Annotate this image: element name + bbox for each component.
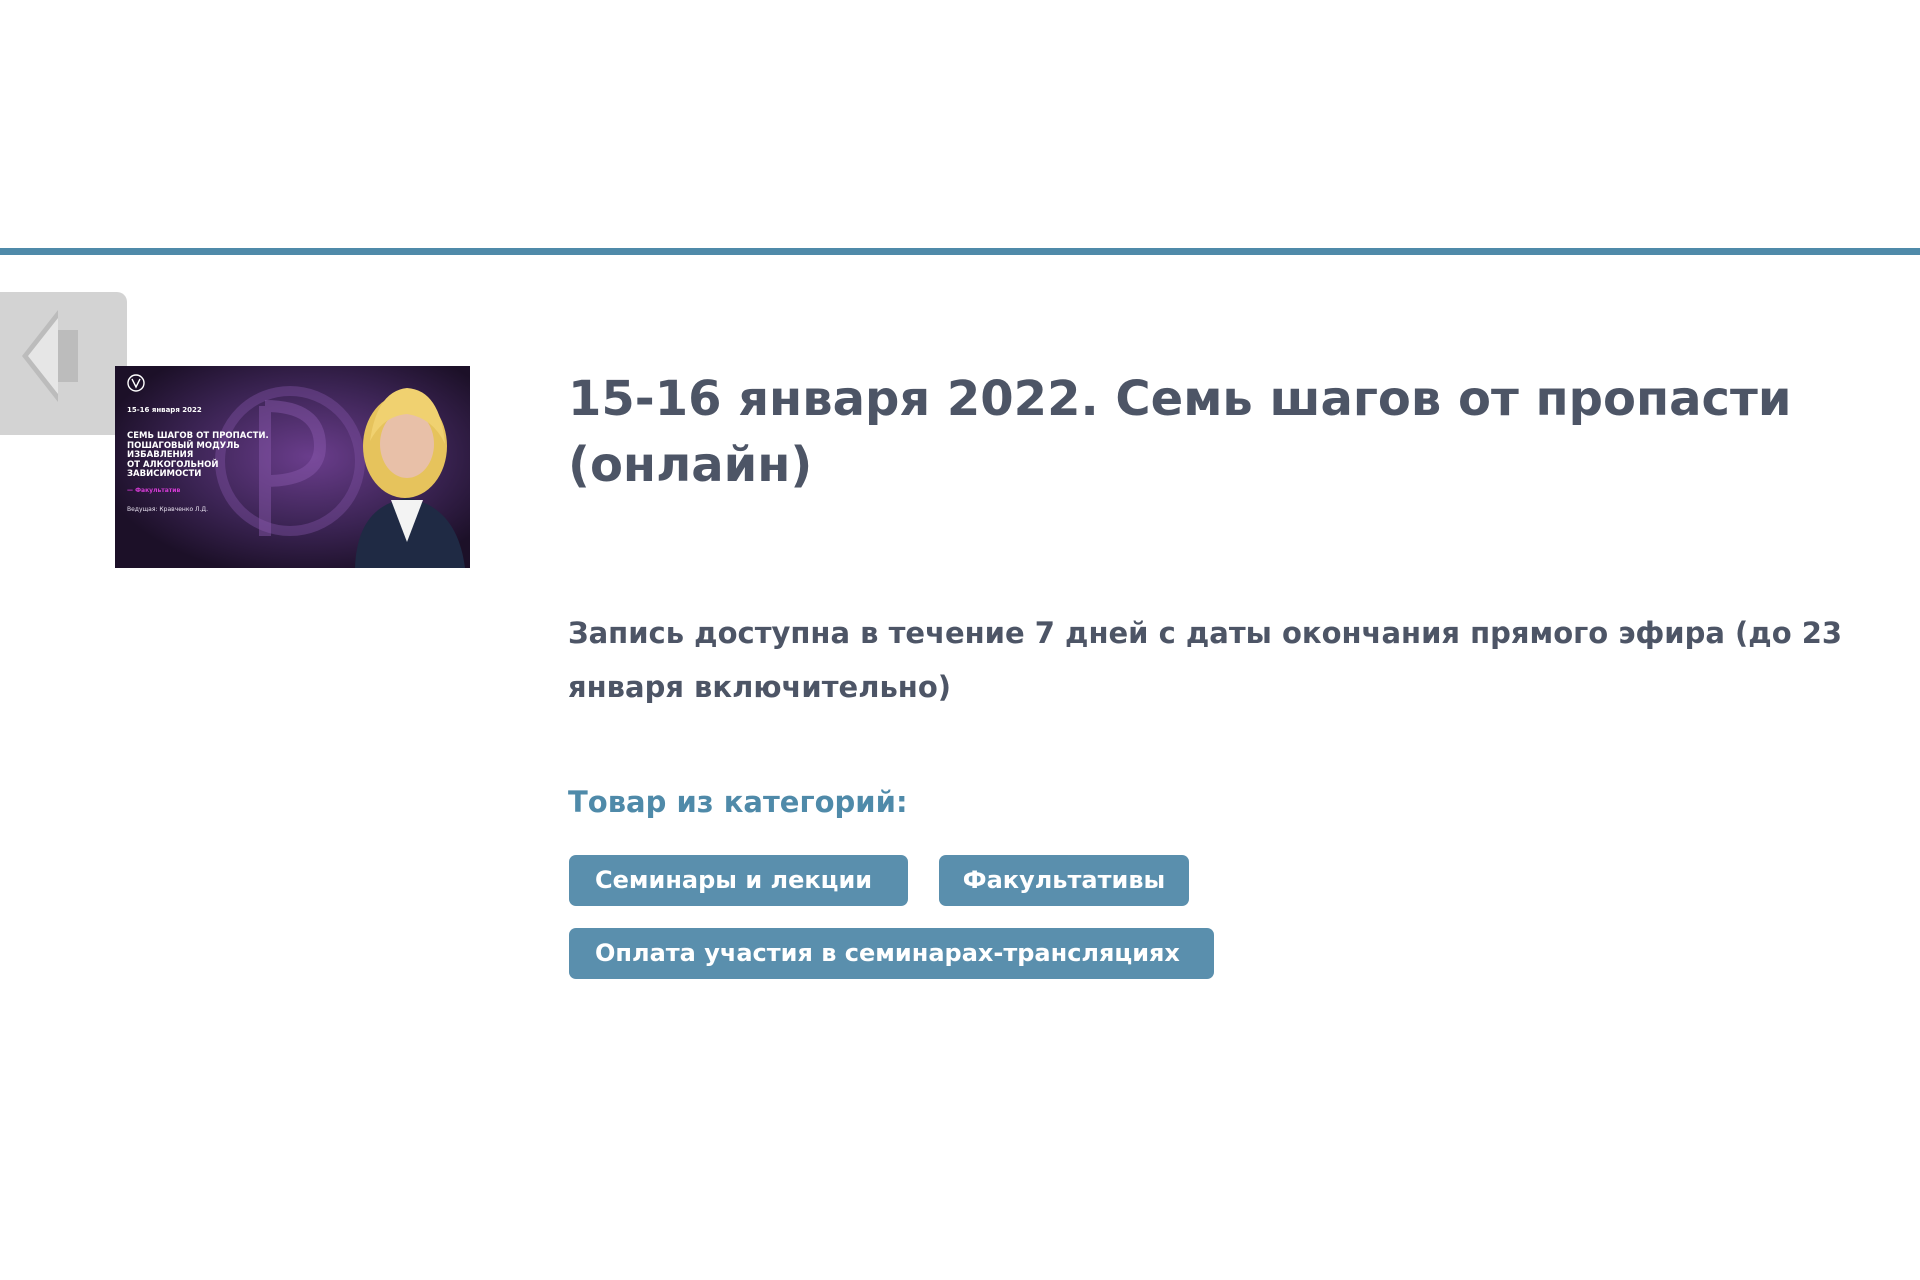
product-title: 15-16 января 2022. Семь шагов от пропаст…	[568, 371, 1792, 493]
back-button[interactable]	[0, 292, 127, 435]
product-note: Запись доступна в течение 7 дней с даты …	[568, 616, 1843, 704]
category-chip-seminars[interactable]: Семинары и лекции	[569, 855, 908, 906]
thumbnail-date: 15-16 января 2022	[127, 406, 202, 414]
categories-label: Товар из категорий:	[568, 785, 908, 819]
institute-logo-icon	[127, 374, 145, 392]
thumbnail-host: Ведущая: Кравченко Л.Д.	[127, 505, 209, 513]
category-chip-electives[interactable]: Факультативы	[939, 855, 1189, 906]
institute-logo-text: ​	[151, 381, 221, 386]
category-chip-broadcast-payment[interactable]: Оплата участия в семинарах-трансляциях	[569, 928, 1214, 979]
thumbnail-tag: — Факультатив	[127, 486, 181, 494]
header-divider	[0, 248, 1920, 255]
product-page: ​ 15-16 января 2022 ​ Семь шагов от проп…	[0, 0, 1920, 1280]
arrow-left-icon	[22, 310, 78, 402]
thumbnail-title: Семь шагов от пропасти. Пошаговый модуль…	[127, 431, 269, 479]
thumbnail-subtext: ​	[127, 417, 337, 422]
product-image[interactable]: ​ 15-16 января 2022 ​ Семь шагов от проп…	[115, 366, 470, 568]
